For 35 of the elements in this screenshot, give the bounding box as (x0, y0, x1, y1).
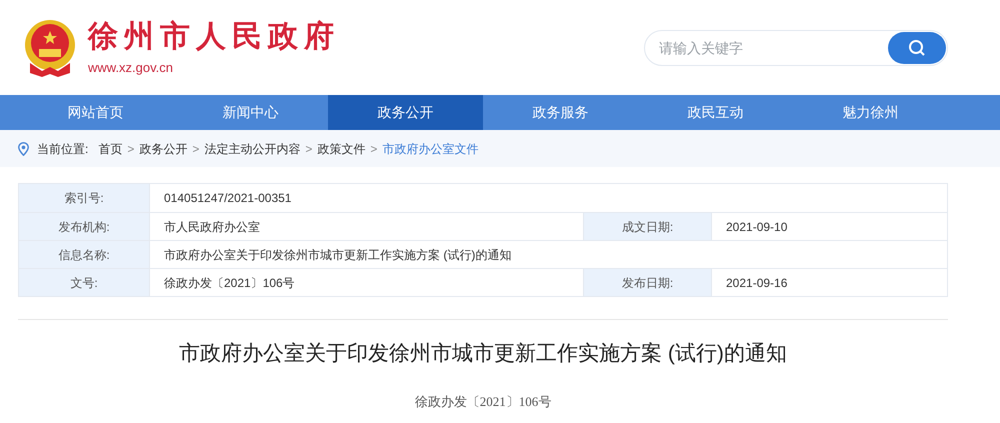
document-number: 徐政办发〔2021〕106号 (414, 392, 552, 410)
field-label: 文号: (19, 269, 149, 296)
field-value: 014051247/2021-00351 (149, 184, 947, 212)
field-label: 信息名称: (19, 241, 149, 268)
nav-tab[interactable]: 新闻中心 (173, 95, 328, 130)
search-field[interactable]: 请输入关键字 (644, 30, 948, 66)
field-value: 2021-09-10 (711, 213, 947, 240)
breadcrumb-link[interactable]: 市政府办公室文件 (382, 140, 478, 158)
field-value: 市政府办公室关于印发徐州市城市更新工作实施方案 (试行)的通知 (149, 241, 947, 268)
article-title: 市政府办公室关于印发徐州市城市更新工作实施方案 (试行)的通知 (179, 341, 787, 367)
search-icon (908, 38, 926, 56)
nav-tab[interactable]: 政民互动 (638, 95, 793, 130)
field-label: 成文日期: (583, 213, 711, 240)
field-label: 索引号: (19, 184, 149, 212)
breadcrumb-separator: > (192, 140, 200, 158)
site-url: www.xz.gov.cn (88, 59, 174, 77)
search-button[interactable] (888, 32, 946, 64)
nav-tab[interactable]: 政务公开 (328, 95, 483, 130)
nav-tab[interactable]: 网站首页 (18, 95, 173, 130)
site-title: 徐州市人民政府 (88, 19, 340, 55)
location-pin-icon (18, 142, 29, 156)
breadcrumb-link[interactable]: 首页 (98, 140, 122, 158)
breadcrumb-separator: > (305, 140, 312, 158)
breadcrumb-link[interactable]: 法定主动公开内容 (204, 140, 300, 158)
breadcrumb-link[interactable]: 政务公开 (139, 140, 188, 158)
breadcrumb-separator: > (127, 140, 134, 158)
breadcrumb-link[interactable]: 政策文件 (317, 140, 366, 158)
emblem-icon (22, 18, 78, 76)
field-value: 2021-09-16 (711, 269, 947, 296)
nav-tab[interactable]: 政务服务 (483, 95, 638, 130)
nav-tab[interactable]: 魅力徐州 (793, 95, 948, 130)
breadcrumb-label: 当前位置: (37, 140, 88, 158)
field-label: 发布机构: (19, 213, 149, 240)
breadcrumb-separator: > (370, 140, 378, 158)
field-label: 发布日期: (583, 269, 711, 296)
